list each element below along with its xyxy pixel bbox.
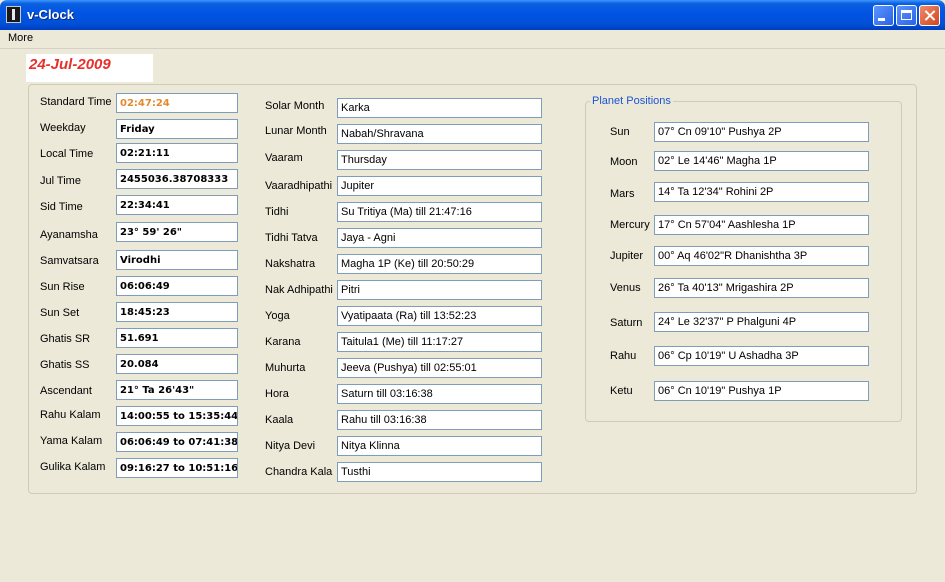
ghatis-ss-field[interactable]: 20.084: [116, 354, 238, 374]
muhurta-field[interactable]: Jeeva (Pushya) till 02:55:01: [337, 358, 542, 378]
menu-bar: More: [0, 30, 945, 49]
local-time-label: Local Time: [40, 148, 94, 160]
sun-set-label: Sun Set: [40, 307, 80, 319]
nak-adhipathi-field[interactable]: Pitri: [337, 280, 542, 300]
hora-field[interactable]: Saturn till 03:16:38: [337, 384, 542, 404]
planet-label-jupiter: Jupiter: [610, 250, 644, 262]
ayanamsha-label: Ayanamsha: [40, 229, 98, 241]
vaaradhipathi-field[interactable]: Jupiter: [337, 176, 542, 196]
vaaradhipathi-label: Vaaradhipathi: [265, 180, 333, 192]
tidhi-tatva-field[interactable]: Jaya - Agni: [337, 228, 542, 248]
planet-label-venus: Venus: [610, 282, 641, 294]
planet-field-saturn[interactable]: 24° Le 32'37" P Phalguni 4P: [654, 312, 869, 332]
close-button[interactable]: [919, 5, 940, 26]
chandra-kala-field[interactable]: Tusthi: [337, 462, 542, 482]
app-icon[interactable]: [6, 6, 21, 23]
samvatsara-field[interactable]: Virodhi: [116, 250, 238, 270]
weekday-label: Weekday: [40, 122, 86, 134]
solar-month-field[interactable]: Karka: [337, 98, 542, 118]
kaala-label: Kaala: [265, 414, 294, 426]
planet-field-mars[interactable]: 14° Ta 12'34" Rohini 2P: [654, 182, 869, 202]
ghatis-ss-label: Ghatis SS: [40, 359, 90, 371]
yama-kalam-field[interactable]: 06:06:49 to 07:41:38: [116, 432, 238, 452]
planet-label-saturn: Saturn: [610, 317, 643, 329]
sun-rise-label: Sun Rise: [40, 281, 85, 293]
minimize-button[interactable]: [873, 5, 894, 26]
jul-time-label: Jul Time: [40, 175, 81, 187]
jul-time-field[interactable]: 2455036.38708333: [116, 169, 238, 189]
vaaram-label: Vaaram: [265, 152, 303, 164]
planet-label-rahu: Rahu: [610, 350, 637, 362]
standard-time-field[interactable]: 02:47:24: [116, 93, 238, 113]
weekday-field[interactable]: Friday: [116, 119, 238, 139]
planet-field-moon[interactable]: 02° Le 14'46" Magha 1P: [654, 151, 869, 171]
ayanamsha-field[interactable]: 23° 59' 26": [116, 222, 238, 242]
hora-label: Hora: [265, 388, 289, 400]
nakshatra-field[interactable]: Magha 1P (Ke) till 20:50:29: [337, 254, 542, 274]
solar-month-label: Solar Month: [265, 100, 325, 112]
nitya-devi-field[interactable]: Nitya Klinna: [337, 436, 542, 456]
nitya-devi-label: Nitya Devi: [265, 440, 316, 452]
planet-label-mercury: Mercury: [610, 219, 650, 231]
ghatis-sr-label: Ghatis SR: [40, 333, 91, 345]
karana-field[interactable]: Taitula1 (Me) till 11:17:27: [337, 332, 542, 352]
planet-positions-title: Planet Positions: [590, 95, 673, 107]
ghatis-sr-field[interactable]: 51.691: [116, 328, 238, 348]
tidhi-tatva-label: Tidhi Tatva: [265, 232, 318, 244]
rahu-kalam-field[interactable]: 14:00:55 to 15:35:44: [116, 406, 238, 426]
rahu-kalam-label: Rahu Kalam: [40, 409, 101, 421]
yoga-label: Yoga: [265, 310, 290, 322]
planet-label-ketu: Ketu: [610, 385, 633, 397]
standard-time-label: Standard Time: [40, 96, 112, 108]
planet-field-sun[interactable]: 07° Cn 09'10" Pushya 2P: [654, 122, 869, 142]
local-time-field[interactable]: 02:21:11: [116, 143, 238, 163]
planet-field-venus[interactable]: 26° Ta 40'13" Mrigashira 2P: [654, 278, 869, 298]
nak-adhipathi-label: Nak Adhipathi: [265, 284, 333, 296]
menu-more[interactable]: More: [8, 32, 33, 44]
planet-label-mars: Mars: [610, 188, 635, 200]
chandra-kala-label: Chandra Kala: [265, 466, 333, 478]
ascendant-field[interactable]: 21° Ta 26'43": [116, 380, 238, 400]
sid-time-field[interactable]: 22:34:41: [116, 195, 238, 215]
kaala-field[interactable]: Rahu till 03:16:38: [337, 410, 542, 430]
lunar-month-field[interactable]: Nabah/Shravana: [337, 124, 542, 144]
ascendant-label: Ascendant: [40, 385, 92, 397]
gulika-kalam-field[interactable]: 09:16:27 to 10:51:16: [116, 458, 238, 478]
tidhi-label: Tidhi: [265, 206, 289, 218]
gulika-kalam-label: Gulika Kalam: [40, 461, 106, 473]
tidhi-field[interactable]: Su Tritiya (Ma) till 21:47:16: [337, 202, 542, 222]
lunar-month-label: Lunar Month: [265, 125, 327, 137]
planet-label-moon: Moon: [610, 156, 638, 168]
vaaram-field[interactable]: Thursday: [337, 150, 542, 170]
planet-field-jupiter[interactable]: 00° Aq 46'02"R Dhanishtha 3P: [654, 246, 869, 266]
yama-kalam-label: Yama Kalam: [40, 435, 103, 447]
sun-rise-field[interactable]: 06:06:49: [116, 276, 238, 296]
yoga-field[interactable]: Vyatipaata (Ra) till 13:52:23: [337, 306, 542, 326]
maximize-button[interactable]: [896, 5, 917, 26]
planet-label-sun: Sun: [610, 126, 630, 138]
date-display: 24-Jul-2009: [26, 54, 153, 82]
current-date: 24-Jul-2009: [29, 56, 111, 73]
karana-label: Karana: [265, 336, 301, 348]
planet-field-ketu[interactable]: 06° Cn 10'19" Pushya 1P: [654, 381, 869, 401]
sid-time-label: Sid Time: [40, 201, 83, 213]
window-title: v-Clock: [27, 7, 74, 22]
title-bar[interactable]: v-Clock: [0, 0, 945, 30]
muhurta-label: Muhurta: [265, 362, 306, 374]
sun-set-field[interactable]: 18:45:23: [116, 302, 238, 322]
nakshatra-label: Nakshatra: [265, 258, 316, 270]
planet-field-rahu[interactable]: 06° Cp 10'19" U Ashadha 3P: [654, 346, 869, 366]
samvatsara-label: Samvatsara: [40, 255, 99, 267]
planet-field-mercury[interactable]: 17° Cn 57'04" Aashlesha 1P: [654, 215, 869, 235]
